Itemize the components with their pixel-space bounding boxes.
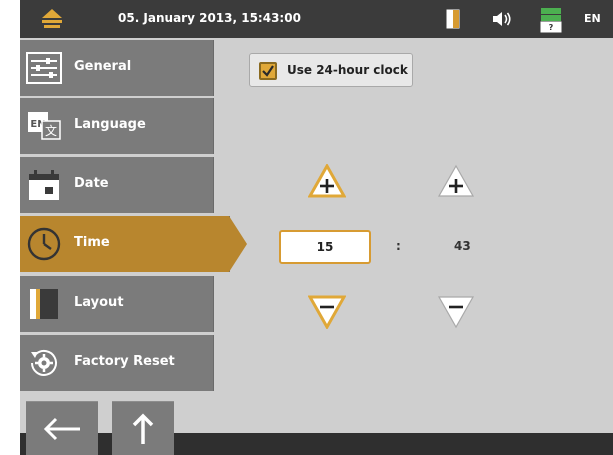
layout-icon — [30, 289, 58, 319]
sidebar-item-label: General — [74, 59, 132, 74]
sidebar-item-general[interactable]: General — [20, 40, 214, 96]
active-pointer-icon — [229, 216, 247, 272]
language-icon: EN 文 — [28, 112, 61, 140]
sidebar-item-layout[interactable]: Layout — [20, 276, 214, 332]
hour-input[interactable]: 15 — [279, 230, 371, 264]
hour-decrement-button[interactable] — [308, 295, 346, 329]
sidebar-item-label: Layout — [74, 295, 124, 310]
use-24-hour-label: Use 24-hour clock — [287, 63, 408, 77]
minute-decrement-button[interactable] — [437, 295, 475, 329]
sidebar-item-label: Language — [74, 117, 146, 132]
arrow-left-icon — [43, 417, 80, 441]
checkbox-box[interactable] — [259, 62, 277, 80]
screen: 05. January 2013, 15:43:00 ? EN General … — [0, 0, 613, 455]
sidebar-item-date[interactable]: Date — [20, 157, 214, 213]
bottom-bar — [20, 433, 613, 455]
speaker-icon — [493, 12, 511, 26]
minute-increment-button[interactable] — [437, 164, 475, 198]
sidebar-item-label: Factory Reset — [74, 354, 175, 369]
sidebar-item-label: Time — [74, 235, 110, 250]
yellow-logo-icon — [42, 9, 62, 28]
svg-text:?: ? — [549, 23, 554, 32]
use-24-hour-checkbox[interactable]: Use 24-hour clock — [249, 53, 413, 87]
calendar-icon — [29, 170, 59, 200]
up-button[interactable] — [112, 401, 174, 455]
svg-text:文: 文 — [45, 123, 57, 138]
sidebar-item-language[interactable]: EN 文 Language — [20, 98, 214, 154]
arrow-up-icon — [132, 413, 154, 444]
back-button[interactable] — [26, 401, 98, 455]
clock-icon — [27, 227, 61, 261]
status-datetime: 05. January 2013, 15:43:00 — [118, 11, 301, 25]
battery-status-icon: ? — [540, 8, 562, 33]
status-bar: 05. January 2013, 15:43:00 ? EN — [20, 0, 613, 38]
minute-value[interactable]: 43 — [454, 239, 471, 253]
sidebar-item-factory-reset[interactable]: Factory Reset — [20, 335, 214, 391]
sliders-icon — [26, 52, 62, 84]
reset-gear-icon — [31, 349, 57, 376]
sidebar-item-time[interactable]: Time — [20, 216, 247, 272]
device-display: 05. January 2013, 15:43:00 ? EN General … — [20, 0, 613, 455]
checkmark-icon — [262, 65, 274, 77]
time-separator: : — [396, 239, 401, 253]
language-indicator[interactable]: EN — [584, 12, 601, 25]
sidebar-item-label: Date — [74, 176, 109, 191]
hour-increment-button[interactable] — [308, 164, 346, 198]
layout-battery-icon — [446, 9, 460, 29]
